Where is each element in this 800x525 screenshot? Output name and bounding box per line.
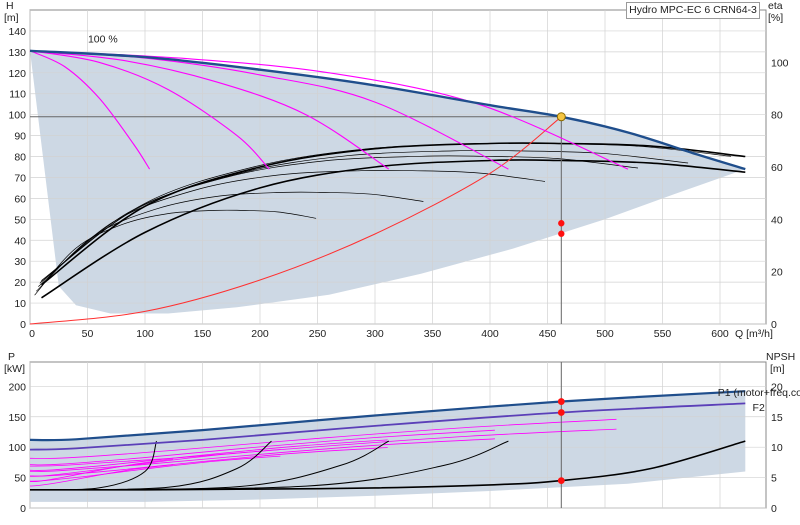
x-tick-label: 300 bbox=[366, 328, 384, 340]
x-tick-label: 200 bbox=[251, 328, 269, 340]
y-tick-label: 0 bbox=[20, 503, 26, 515]
y2-axis-unit: [m] bbox=[770, 363, 785, 375]
y2-tick-label: 80 bbox=[771, 110, 783, 122]
y-tick-label: 90 bbox=[14, 131, 26, 143]
eta-duty-marker bbox=[558, 230, 565, 237]
y-axis-unit: [m] bbox=[4, 12, 19, 24]
y2-tick-label: 10 bbox=[771, 442, 783, 454]
y-axis-label: H bbox=[6, 0, 14, 12]
pump-curve-chart: 50 100 150 200 250 300 350 400 450 500 550 60000102… bbox=[4, 0, 800, 515]
x-tick-label: 150 bbox=[194, 328, 212, 340]
y-tick-label: 20 bbox=[14, 277, 26, 289]
y-tick-label: 30 bbox=[14, 256, 26, 268]
y-tick-label: 140 bbox=[8, 26, 26, 38]
duty-point-marker bbox=[556, 112, 566, 122]
x-tick-label: 600 bbox=[711, 328, 729, 340]
eta-duty-marker bbox=[558, 220, 565, 227]
y2-tick-label: 5 bbox=[771, 473, 777, 485]
x-tick-label: 0 bbox=[29, 328, 35, 340]
y-axis-label: P bbox=[8, 351, 15, 363]
y-tick-label: 70 bbox=[14, 172, 26, 184]
y-tick-label: 0 bbox=[20, 319, 26, 331]
chart-title: Hydro MPC-EC 6 CRN64-3 bbox=[626, 2, 760, 19]
power-duty-marker bbox=[557, 409, 565, 416]
y-tick-label: 10 bbox=[14, 298, 26, 310]
y-tick-label: 110 bbox=[9, 89, 26, 101]
x-tick-label: 550 bbox=[654, 328, 672, 340]
power-duty-marker bbox=[557, 398, 565, 405]
chart-stage: Hydro MPC-EC 6 CRN64-3 50 100 150 200 250 300… bbox=[0, 0, 800, 520]
y2-tick-label: 40 bbox=[771, 214, 783, 226]
y-tick-label: 50 bbox=[14, 473, 26, 485]
x-tick-label: 50 bbox=[82, 328, 94, 340]
y-tick-label: 130 bbox=[8, 47, 26, 59]
y2-tick-label: 0 bbox=[771, 503, 777, 515]
x-tick-label: 350 bbox=[424, 328, 442, 340]
x-tick-label: 250 bbox=[309, 328, 327, 340]
y-axis-unit: [kW] bbox=[4, 363, 25, 375]
p1-series-label: P1 (motor+freq.converter) bbox=[718, 387, 800, 399]
y-tick-label: 150 bbox=[8, 412, 26, 424]
x-tick-label: 100 bbox=[136, 328, 154, 340]
y-tick-label: 80 bbox=[14, 152, 26, 164]
y2-axis-label: NPSH bbox=[766, 351, 795, 363]
y-tick-label: 100 bbox=[8, 110, 26, 122]
power-duty-marker bbox=[557, 477, 565, 485]
y2-tick-label: 60 bbox=[771, 162, 783, 174]
y2-tick-label: 15 bbox=[771, 412, 783, 424]
x-tick-label: 400 bbox=[481, 328, 499, 340]
y-tick-label: 120 bbox=[8, 68, 26, 80]
y2-axis-unit: [%] bbox=[768, 12, 783, 24]
y-tick-label: 50 bbox=[14, 214, 26, 226]
y2-tick-label: 20 bbox=[771, 267, 783, 279]
y-tick-label: 100 bbox=[8, 442, 26, 454]
y2-tick-label: 100 bbox=[771, 57, 789, 69]
x-axis-label: Q [m³/h] bbox=[735, 328, 773, 340]
x-tick-label: 500 bbox=[596, 328, 614, 340]
y-tick-label: 60 bbox=[14, 193, 26, 205]
y-tick-label: 200 bbox=[8, 381, 26, 393]
x-tick-label: 450 bbox=[539, 328, 557, 340]
f2-series-label: F2 bbox=[753, 402, 765, 414]
y2-axis-label: eta bbox=[768, 0, 783, 12]
speed-annotation: 100 % bbox=[88, 33, 118, 45]
y-tick-label: 40 bbox=[14, 235, 26, 247]
